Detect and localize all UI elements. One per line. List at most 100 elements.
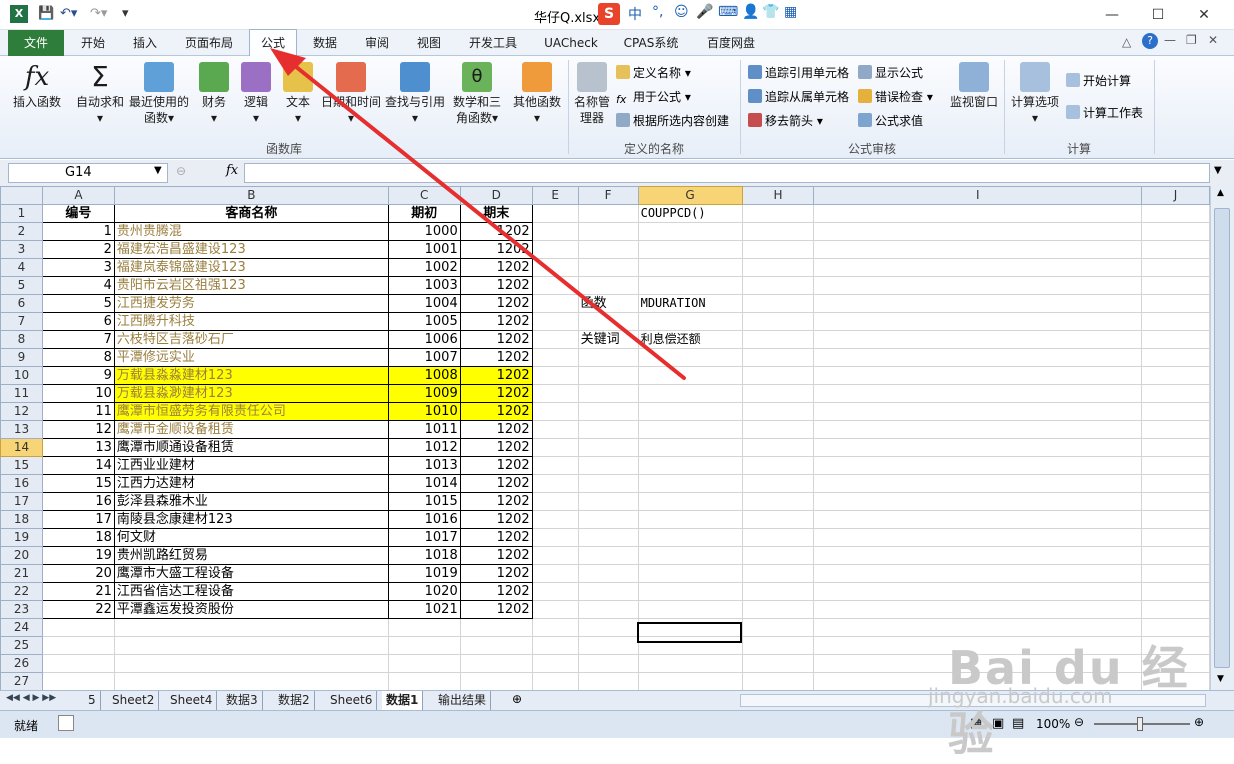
trace-dependents-button[interactable]: 追踪从属单元格 <box>748 88 849 106</box>
calc-now-button[interactable]: 开始计算 <box>1066 72 1131 90</box>
cell[interactable] <box>637 402 743 421</box>
cell-closing[interactable]: 1202 <box>459 312 533 331</box>
cell[interactable] <box>813 258 1143 277</box>
cell[interactable] <box>577 438 639 457</box>
cell-opening[interactable]: 1016 <box>387 510 461 529</box>
cell[interactable] <box>813 564 1143 583</box>
cell-c-header[interactable]: 期初 <box>387 204 461 223</box>
cell-opening[interactable]: 1021 <box>387 600 461 619</box>
cell-closing[interactable]: 1202 <box>459 582 533 601</box>
row-header[interactable]: 22 <box>0 582 43 601</box>
row-header[interactable]: 21 <box>0 564 43 583</box>
sheet-tab[interactable]: 输出结果 <box>434 691 492 710</box>
cell[interactable] <box>577 528 639 547</box>
sheet-row[interactable]: 7 6 江西腾升科技 1005 1202 <box>0 312 1210 331</box>
row-header[interactable]: 15 <box>0 456 43 475</box>
cell[interactable] <box>577 384 639 403</box>
doc-restore-icon[interactable]: ❐ <box>1186 33 1197 47</box>
cell[interactable] <box>531 510 579 529</box>
cell-company-name[interactable]: 彭泽县森雅木业 <box>113 492 389 511</box>
row-header[interactable]: 3 <box>0 240 43 259</box>
tab-baidu-pan[interactable]: 百度网盘 <box>694 30 768 56</box>
cell-opening[interactable]: 1020 <box>387 582 461 601</box>
cell-opening[interactable]: 1008 <box>387 366 461 385</box>
text-button[interactable]: 文本 ▾ <box>278 62 318 126</box>
col-header[interactable]: A <box>41 186 115 205</box>
formula-cancel-icon[interactable]: ⊖ <box>176 164 186 178</box>
cell[interactable] <box>459 654 533 673</box>
cell[interactable] <box>531 600 579 619</box>
sheet-row[interactable]: 9 8 平潭修远实业 1007 1202 <box>0 348 1210 367</box>
cell[interactable] <box>531 654 579 673</box>
cell[interactable] <box>741 564 815 583</box>
row-header[interactable]: 7 <box>0 312 43 331</box>
row-header[interactable]: 6 <box>0 294 43 313</box>
cell[interactable] <box>637 654 743 673</box>
cell[interactable] <box>637 276 743 295</box>
row-header[interactable]: 23 <box>0 600 43 619</box>
name-manager-button[interactable]: 名称管理器 <box>572 62 612 126</box>
cell-closing[interactable]: 1202 <box>459 258 533 277</box>
cell[interactable] <box>637 258 743 277</box>
sheet-row[interactable]: 3 2 福建宏浩昌盛建设123 1001 1202 <box>0 240 1210 259</box>
cell[interactable] <box>813 312 1143 331</box>
row-header[interactable]: 14 <box>0 438 43 457</box>
show-formulas-button[interactable]: 显示公式 <box>858 64 923 82</box>
col-header[interactable]: G <box>637 186 743 205</box>
cell[interactable] <box>741 240 815 259</box>
cell[interactable] <box>637 510 743 529</box>
cell[interactable] <box>577 600 639 619</box>
row-header[interactable]: 17 <box>0 492 43 511</box>
cell-d-header[interactable]: 期末 <box>459 204 533 223</box>
cell[interactable] <box>531 240 579 259</box>
cell[interactable] <box>1141 330 1210 349</box>
recent-functions-button[interactable]: 最近使用的函数▾ <box>128 62 190 126</box>
cell-number[interactable]: 19 <box>41 546 115 565</box>
cell[interactable] <box>577 312 639 331</box>
col-header[interactable]: F <box>577 186 639 205</box>
cell[interactable] <box>637 600 743 619</box>
cell[interactable] <box>741 438 815 457</box>
cell-opening[interactable]: 1015 <box>387 492 461 511</box>
col-header[interactable]: B <box>113 186 389 205</box>
cell[interactable] <box>577 654 639 673</box>
cell-closing[interactable]: 1202 <box>459 474 533 493</box>
watch-window-button[interactable]: 监视窗口 <box>946 62 1002 110</box>
cell[interactable] <box>577 258 639 277</box>
col-header[interactable]: I <box>813 186 1143 205</box>
cell[interactable] <box>813 582 1143 601</box>
cell-closing[interactable]: 1202 <box>459 366 533 385</box>
sheet-tab-active[interactable]: 数据1 <box>382 691 424 710</box>
cell[interactable] <box>637 492 743 511</box>
keyboard-icon[interactable]: ⌨ <box>718 4 738 20</box>
cell[interactable] <box>531 420 579 439</box>
cell[interactable] <box>1141 366 1210 385</box>
cell[interactable] <box>459 672 533 690</box>
cell-a-header[interactable]: 编号 <box>41 204 115 223</box>
cell-opening[interactable]: 1003 <box>387 276 461 295</box>
row-header[interactable]: 8 <box>0 330 43 349</box>
cell[interactable] <box>741 348 815 367</box>
redo-icon[interactable]: ↷▾ <box>90 6 107 21</box>
cell[interactable] <box>531 258 579 277</box>
cell-number[interactable]: 7 <box>41 330 115 349</box>
cell[interactable] <box>531 384 579 403</box>
cell-number[interactable]: 9 <box>41 366 115 385</box>
cell[interactable] <box>577 618 639 637</box>
row-header[interactable]: 24 <box>0 618 43 637</box>
cell[interactable] <box>577 492 639 511</box>
cell[interactable] <box>577 672 639 690</box>
sheet-row[interactable]: 13 12 鹰潭市金顺设备租赁 1011 1202 <box>0 420 1210 439</box>
cell[interactable] <box>577 474 639 493</box>
cell-company-name[interactable]: 江西省信达工程设备 <box>113 582 389 601</box>
cell[interactable] <box>637 240 743 259</box>
save-icon[interactable]: 💾 <box>38 6 54 21</box>
cell[interactable] <box>1141 294 1210 313</box>
cell-opening[interactable]: 1010 <box>387 402 461 421</box>
cell-company-name[interactable]: 平潭修远实业 <box>113 348 389 367</box>
cell[interactable] <box>531 366 579 385</box>
tab-view[interactable]: 视图 <box>406 30 452 56</box>
cell[interactable] <box>531 438 579 457</box>
cell[interactable] <box>1141 348 1210 367</box>
cell[interactable] <box>1141 600 1210 619</box>
